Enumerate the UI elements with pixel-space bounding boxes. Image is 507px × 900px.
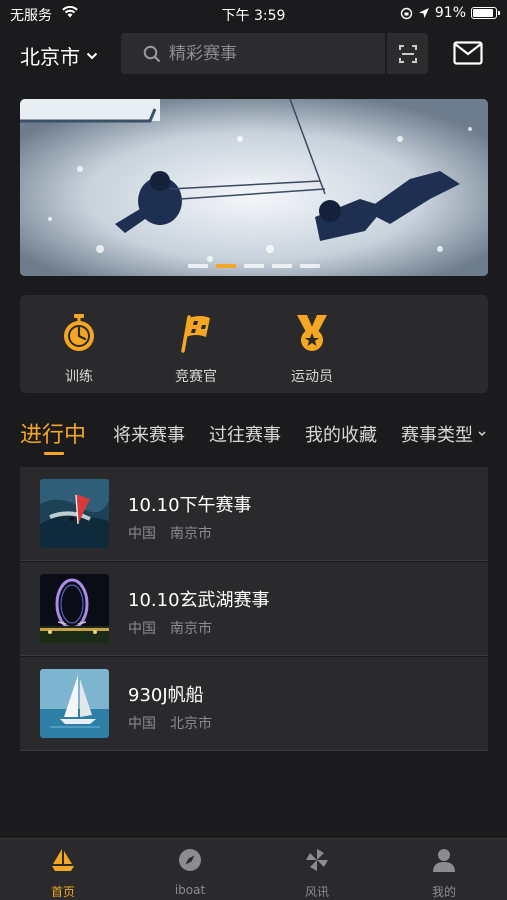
stopwatch-icon [64,314,94,351]
category-label: 运动员 [291,369,333,385]
event-list-item[interactable]: 10.10玄武湖赛事 中国 南京市 [20,562,488,656]
search-icon [143,45,161,62]
city-label: 北京市 [20,45,80,69]
event-tabs: 进行中 将来赛事 过往赛事 我的收藏 赛事类型 [20,413,507,458]
event-title: 10.10下午赛事 [128,495,252,516]
flag-icon [181,315,210,353]
nav-label: 我的 [431,885,456,899]
nav-profile[interactable]: 我的 [381,847,507,900]
nav-news[interactable]: 风讯 [254,847,380,900]
tab-event-type-label: 赛事类型 [401,425,473,446]
scan-icon [398,44,417,63]
nav-iboat[interactable]: iboat [127,847,253,897]
chevron-down-icon [86,52,98,59]
bottom-navigation: 首页 iboat 风讯 我的 [0,838,507,900]
category-label: 训练 [65,369,93,385]
mail-icon[interactable] [453,41,483,65]
chevron-down-icon [478,431,486,437]
event-title: 930J帆船 [128,685,204,706]
carousel-dot-active[interactable] [216,264,236,268]
tab-event-type[interactable]: 赛事类型 [401,421,486,447]
banner-image [20,99,488,276]
event-thumbnail [40,479,109,548]
city-selector[interactable]: 北京市 [20,41,98,70]
user-icon [433,849,455,872]
location-icon [418,8,429,18]
category-training[interactable]: 训练 [34,313,124,386]
battery-percent: 91% [434,5,466,21]
tab-ongoing[interactable]: 进行中 [20,417,86,449]
event-location: 中国 北京市 [128,713,212,733]
category-panel: 训练 竞赛官 运动员 [20,295,488,393]
tab-favorites[interactable]: 我的收藏 [305,421,377,447]
top-header: 北京市 [0,33,507,75]
search-input[interactable] [169,43,369,64]
event-list-item[interactable]: 10.10下午赛事 中国 南京市 [20,467,488,561]
event-country: 中国 [128,526,156,542]
compass-icon [179,849,201,871]
nav-label: iboat [174,883,206,897]
event-city: 北京市 [170,716,212,732]
scan-button[interactable] [387,33,428,74]
event-city: 南京市 [170,621,212,637]
active-tab-indicator [44,452,64,455]
event-list-item[interactable]: 930J帆船 中国 北京市 [20,657,488,751]
event-location: 中国 南京市 [128,618,212,638]
event-thumbnail [40,669,109,738]
event-list: 10.10下午赛事 中国 南京市 10.10玄武湖赛事 中国 南京市 930J帆… [20,467,488,752]
event-thumbnail [40,574,109,643]
carousel-dot[interactable] [244,264,264,268]
search-bar[interactable] [121,33,385,74]
category-athlete[interactable]: 运动员 [267,313,357,386]
banner-carousel[interactable] [20,99,488,276]
carousel-indicator [20,264,488,268]
category-label: 竞赛官 [175,369,217,385]
tab-past[interactable]: 过往赛事 [209,421,281,447]
carousel-dot[interactable] [300,264,320,268]
event-country: 中国 [128,716,156,732]
carousel-dot[interactable] [272,264,292,268]
sailboat-home-icon [52,849,74,871]
event-country: 中国 [128,621,156,637]
event-location: 中国 南京市 [128,523,212,543]
nav-label: 风讯 [304,885,329,899]
nav-home[interactable]: 首页 [0,847,126,900]
medal-icon [297,315,327,351]
tab-upcoming[interactable]: 将来赛事 [113,421,185,447]
rotation-lock-icon [400,7,413,19]
event-title: 10.10玄武湖赛事 [128,590,270,611]
battery-icon [471,7,500,19]
nav-label: 首页 [50,885,75,899]
carousel-dot[interactable] [188,264,208,268]
pinwheel-icon [306,849,328,871]
category-official[interactable]: 竞赛官 [151,313,241,386]
event-city: 南京市 [170,526,212,542]
status-bar: 无服务 下午 3:59 91% [0,0,507,28]
